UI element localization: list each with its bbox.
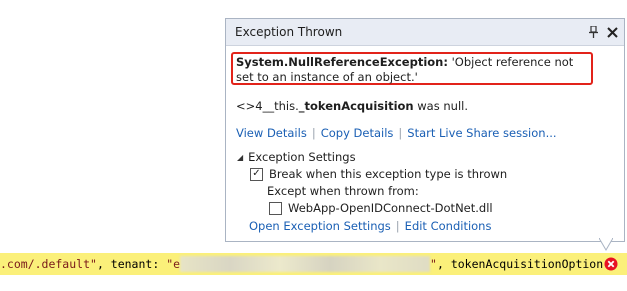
live-share-link[interactable]: Start Live Share session... [407,126,556,140]
break-label: Break when this exception type is thrown [269,167,508,181]
code-token-acquisition-param: , tokenAcquisitionOption: [436,257,611,271]
exception-popup: Exception Thrown System.NullReferenceExc… [225,18,625,242]
detail-field: _tokenAcquisition [298,99,414,113]
redacted-tenant-blur [180,256,431,272]
exception-detail: <>4__this._tokenAcquisition was null. [236,99,468,113]
copy-details-link[interactable]: Copy Details [321,126,394,140]
bottom-links: Open Exception Settings | Edit Condition… [249,219,491,233]
except-row: Except when thrown from: [267,184,419,198]
link-separator: | [395,219,400,233]
pin-icon[interactable] [586,23,600,41]
exception-settings-header[interactable]: ◢ Exception Settings [237,150,356,164]
module-checkbox[interactable] [269,201,282,215]
module-row: WebApp-OpenIDConnect-DotNet.dll [269,201,493,215]
break-checkbox[interactable]: ✓ [250,167,263,181]
popup-title: Exception Thrown [235,25,343,39]
code-tenant-string-end: " [430,257,437,271]
break-setting-row: ✓ Break when this exception type is thro… [250,167,507,181]
code-line[interactable]: .com/.default", tenant: "e ", tokenAcquis… [0,253,627,275]
code-scope-string: .com/.default" [0,257,97,271]
collapse-triangle-icon[interactable]: ◢ [237,153,243,162]
open-exception-settings-link[interactable]: Open Exception Settings [249,219,391,233]
popup-titlebar: Exception Thrown [226,19,624,46]
except-label: Except when thrown from: [267,184,419,198]
error-icon[interactable] [604,256,618,271]
popup-pointer [598,237,614,251]
detail-suffix: was null. [413,99,468,113]
link-separator: | [311,126,316,140]
exception-type: System.NullReferenceException: [236,55,448,69]
view-details-link[interactable]: View Details [236,126,307,140]
exception-settings-heading: Exception Settings [248,150,356,164]
close-icon[interactable] [604,23,620,41]
code-tenant-string-start: "e [166,257,181,271]
link-separator: | [398,126,403,140]
action-links: View Details | Copy Details | Start Live… [236,126,557,140]
detail-prefix: <>4__this. [236,99,299,113]
code-tenant-param: , tenant: [96,257,167,271]
module-label: WebApp-OpenIDConnect-DotNet.dll [288,201,493,215]
edit-conditions-link[interactable]: Edit Conditions [405,219,492,233]
exception-message: System.NullReferenceException: 'Object r… [236,55,592,85]
